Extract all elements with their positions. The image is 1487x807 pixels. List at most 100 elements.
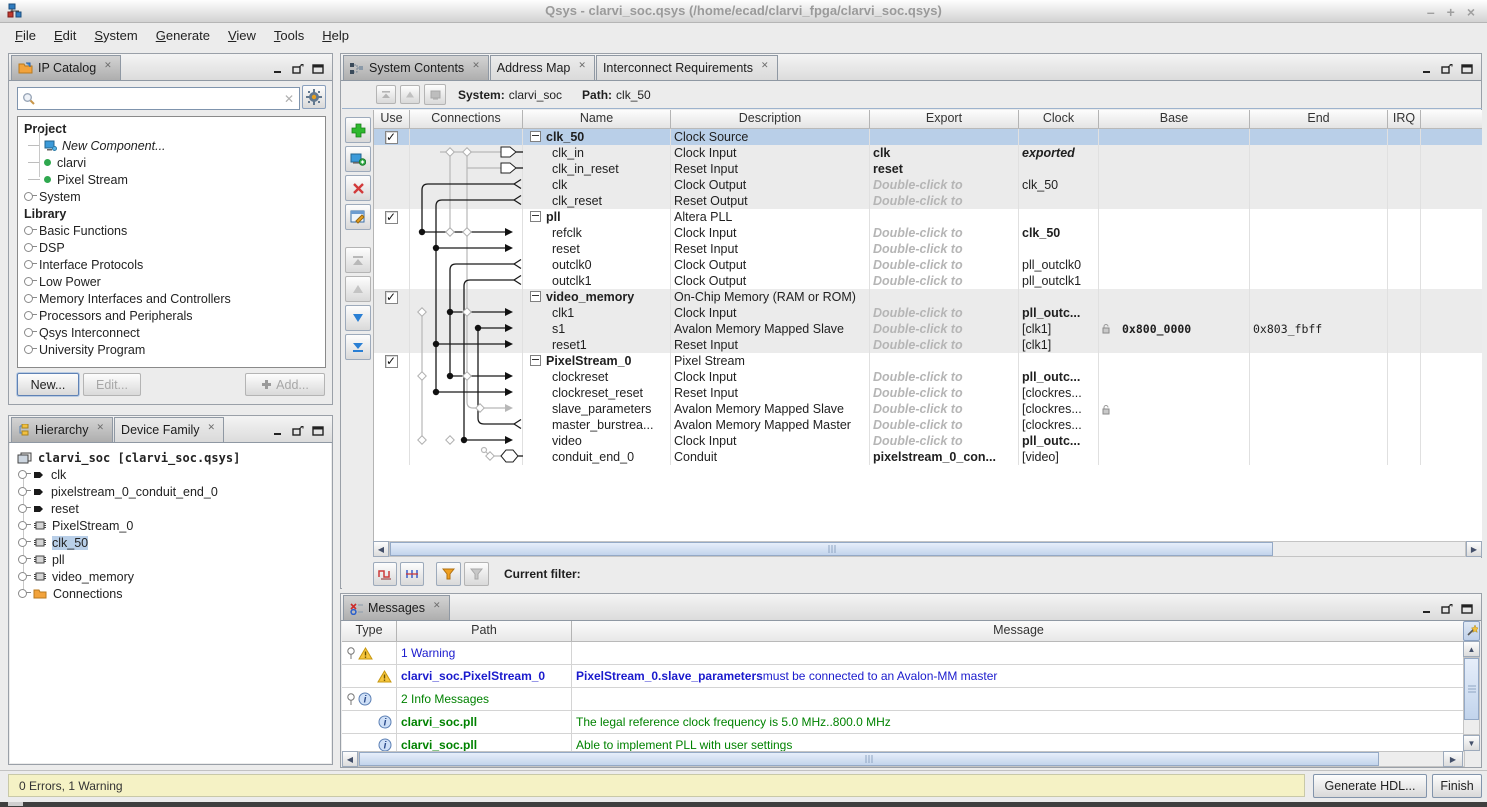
collapse-icon[interactable] [530,355,541,366]
table-row[interactable]: clk_in Clock Input clk exported [374,145,1482,161]
expander-icon[interactable] [24,226,33,235]
col-export[interactable]: Export [870,110,1019,128]
collapse-icon[interactable] [530,211,541,222]
col-base[interactable]: Base [1099,110,1250,128]
panel-minimize-icon[interactable] [274,65,284,74]
hierarchy-item-reset[interactable]: reset [16,500,331,517]
table-row[interactable]: s1 Avalon Memory Mapped Slave Double-cli… [374,321,1482,337]
tree-item-university-program[interactable]: University Program [22,341,325,358]
edit-parameters-button[interactable] [345,204,371,230]
tree-item-clarvi[interactable]: clarvi [22,154,325,171]
table-row[interactable]: clk_in_reset Reset Input reset [374,161,1482,177]
messages-hscrollbar[interactable]: ◀ [342,751,1465,767]
remove-button[interactable] [345,175,371,201]
move-up-button[interactable] [400,85,420,104]
panel-minimize-icon[interactable] [1423,65,1433,74]
hierarchy-item-pixelstream-0[interactable]: PixelStream_0 [16,517,331,534]
tab-system-contents[interactable]: System Contents ✕ [343,55,489,80]
menu-file[interactable]: File [8,26,43,45]
expander-icon[interactable] [18,538,27,547]
col-connections[interactable]: Connections [410,110,523,128]
menu-help[interactable]: Help [315,26,356,45]
table-row[interactable]: reset Reset Input Double-click to [374,241,1482,257]
hscroll-thumb[interactable] [359,752,1379,766]
menu-generate[interactable]: Generate [149,26,217,45]
expander-icon[interactable] [18,470,27,479]
expander-icon[interactable] [18,589,27,598]
message-wizard-button[interactable] [1463,621,1480,641]
tree-item-memory-interfaces[interactable]: Memory Interfaces and Controllers [22,290,325,307]
expander-icon[interactable] [346,646,356,660]
tree-item-interface-protocols[interactable]: Interface Protocols [22,256,325,273]
table-row[interactable]: conduit_end_0 Conduit pixelstream_0_con.… [374,449,1482,465]
close-tab-icon[interactable]: ✕ [472,53,480,77]
table-row[interactable]: master_burstrea... Avalon Memory Mapped … [374,417,1482,433]
tab-device-family[interactable]: Device Family ✕ [114,417,224,442]
move-down-row-button[interactable] [345,305,371,331]
add-component-button[interactable] [345,117,371,143]
generate-hdl-button[interactable]: Generate HDL... [1313,774,1427,798]
scroll-right-button[interactable]: ▶ [1466,541,1482,557]
show-reset-signals-button[interactable] [400,562,424,586]
expander-icon[interactable] [24,311,33,320]
menu-tools[interactable]: Tools [267,26,311,45]
col-clock[interactable]: Clock [1019,110,1099,128]
col-use[interactable]: Use [374,110,410,128]
col-end[interactable]: End [1250,110,1388,128]
expander-icon[interactable] [18,521,27,530]
close-tab-icon[interactable]: ✕ [578,53,586,77]
collapse-icon[interactable] [530,131,541,142]
table-row[interactable]: slave_parameters Avalon Memory Mapped Sl… [374,401,1482,417]
tree-item-pixel-stream[interactable]: Pixel Stream [22,171,325,188]
search-input[interactable] [39,91,279,107]
use-checkbox[interactable] [385,131,398,144]
close-tab-icon[interactable]: ✕ [433,593,441,617]
panel-float-icon[interactable] [1441,64,1453,74]
maximize-button[interactable]: + [1447,4,1455,20]
hierarchy-item-clk-50[interactable]: clk_50 [16,534,331,551]
panel-float-icon[interactable] [1441,604,1453,614]
table-row[interactable]: refclk Clock Input Double-click to clk_5… [374,225,1482,241]
menu-system[interactable]: System [87,26,144,45]
hierarchy-item-connections[interactable]: Connections [16,585,331,602]
use-checkbox[interactable] [385,211,398,224]
scroll-left-button[interactable]: ◀ [373,541,389,557]
tab-ip-catalog[interactable]: IP Catalog ✕ [11,55,121,80]
lock-icon[interactable] [1102,324,1110,334]
col-message[interactable]: Message [572,621,1465,641]
scroll-left-button[interactable]: ◀ [342,751,358,767]
expander-icon[interactable] [18,555,27,564]
table-row[interactable]: clk_50 Clock Source [374,129,1482,145]
panel-minimize-icon[interactable] [274,427,284,436]
table-row[interactable]: clk Clock Output Double-click to clk_50 [374,177,1482,193]
expander-icon[interactable] [24,345,33,354]
hierarchy-root[interactable]: clarvi_soc [clarvi_soc.qsys] [16,449,331,466]
table-row[interactable]: video_memory On-Chip Memory (RAM or ROM) [374,289,1482,305]
vscroll-thumb[interactable] [1464,658,1479,720]
table-row[interactable]: clockreset Clock Input Double-click to p… [374,369,1482,385]
tree-item-basic-functions[interactable]: Basic Functions [22,222,325,239]
table-row[interactable]: outclk0 Clock Output Double-click to pll… [374,257,1482,273]
tree-item-new-component[interactable]: New Component... [22,137,325,154]
expander-icon[interactable] [24,260,33,269]
messages-vscrollbar[interactable]: ▲ ▼ [1463,641,1480,751]
expander-icon[interactable] [24,294,33,303]
hscroll-thumb[interactable] [390,542,1273,556]
add-button[interactable]: Add... [245,373,325,396]
move-to-top-button[interactable] [345,247,371,273]
tree-item-qsys-interconnect[interactable]: Qsys Interconnect [22,324,325,341]
expander-icon[interactable] [18,504,27,513]
table-row[interactable]: outclk1 Clock Output Double-click to pll… [374,273,1482,289]
tree-item-processors[interactable]: Processors and Peripherals [22,307,325,324]
hierarchy-item-pll[interactable]: pll [16,551,331,568]
message-row[interactable]: 1 Warning [342,642,1465,665]
hierarchy-item-pixelstream-conduit[interactable]: pixelstream_0_conduit_end_0 [16,483,331,500]
col-irq[interactable]: IRQ [1388,110,1421,128]
go-to-parent-button[interactable] [424,84,446,105]
edit-button[interactable]: Edit... [83,373,141,396]
connections-diagram[interactable] [410,128,523,464]
panel-maximize-icon[interactable] [312,426,324,436]
hierarchy-item-clk[interactable]: clk [16,466,331,483]
panel-maximize-icon[interactable] [1461,64,1473,74]
panel-float-icon[interactable] [292,426,304,436]
